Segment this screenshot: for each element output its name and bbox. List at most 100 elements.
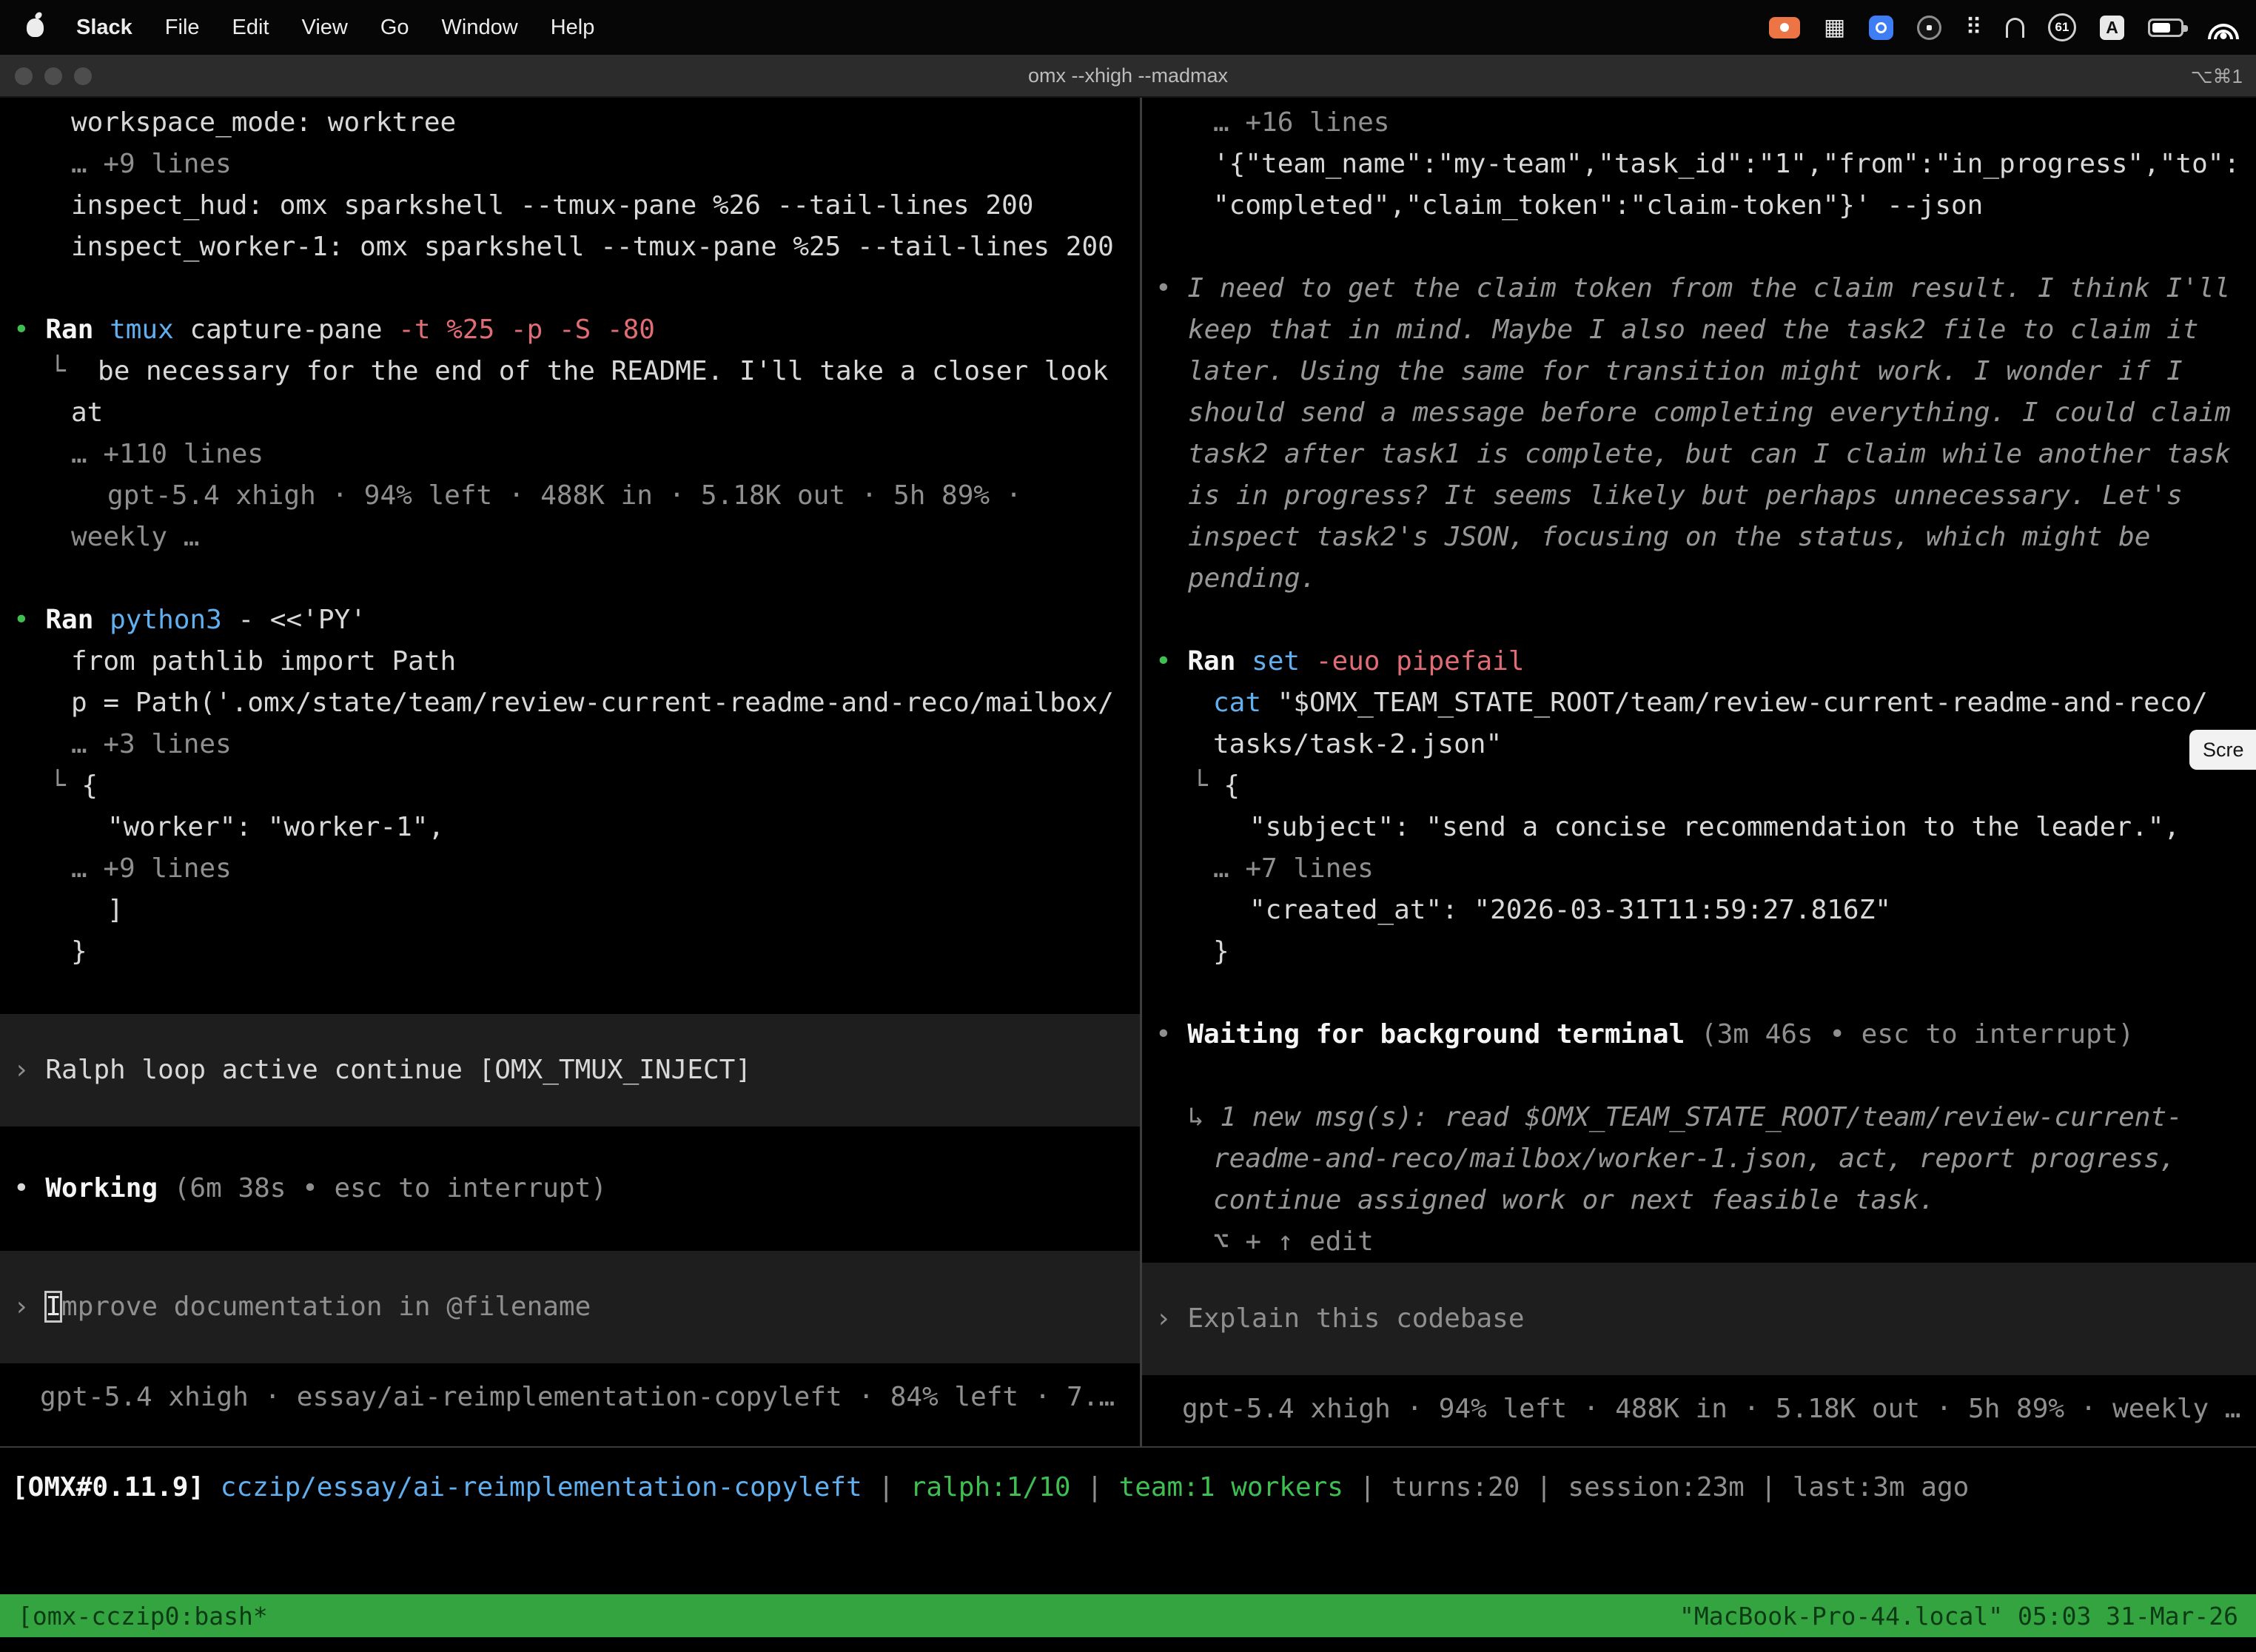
terminal-line	[1142, 1055, 2256, 1097]
terminal-line: continue assigned work or next feasible …	[1142, 1180, 2256, 1221]
apple-menu[interactable]	[27, 19, 44, 37]
terminal-line: }	[0, 931, 1140, 973]
terminal-line: gpt-5.4 xhigh · 94% left · 488K in · 5.1…	[0, 475, 1140, 517]
terminal-line: › Ralph loop active continue [OMX_TMUX_I…	[0, 1050, 1140, 1091]
menu-item-window[interactable]: Window	[442, 16, 518, 40]
menu-item-file[interactable]: File	[165, 16, 200, 40]
input-source-letter: A	[2106, 18, 2118, 38]
right-terminal-pane[interactable]: … +16 lines'{"team_name":"my-team","task…	[1142, 98, 2256, 1446]
terminal-line: should send a message before completing …	[1142, 392, 2256, 434]
terminal-line: }	[1142, 931, 2256, 973]
window-title: omx --xhigh --madmax	[0, 64, 2256, 87]
screen-capture-tooltip[interactable]: Scre	[2189, 730, 2256, 770]
screen-recording-indicator-icon[interactable]	[1769, 17, 1800, 38]
ghost-app-icon[interactable]	[2006, 18, 2024, 38]
tmux-session-window: [omx-cczip0:bash*	[18, 1602, 268, 1631]
prompt-input[interactable]: › Improve documentation in @filename	[0, 1251, 1140, 1363]
terminal-line: pending.	[1142, 558, 2256, 600]
tmux-status-bar: [omx-cczip0:bash* "MacBook-Pro-44.local"…	[0, 1594, 2256, 1637]
terminal-line: '{"team_name":"my-team","task_id":"1","f…	[1142, 144, 2256, 185]
terminal-line: › Improve documentation in @filename	[0, 1286, 1140, 1328]
minimize-button[interactable]	[44, 67, 62, 85]
terminal-line: › Explain this codebase	[1142, 1298, 2256, 1340]
terminal-line: tasks/task-2.json"	[1142, 724, 2256, 765]
terminal-line: keep that in mind. Maybe I also need the…	[1142, 309, 2256, 351]
terminal-line: "completed","claim_token":"claim-token"}…	[1142, 185, 2256, 226]
menu-item-help[interactable]: Help	[551, 16, 595, 40]
terminal-line	[1142, 226, 2256, 268]
macos-menu-bar: Slack File Edit View Go Window Help ▦ ⠿ 61 A	[0, 0, 2256, 55]
terminal-line: inspect_hud: omx sparkshell --tmux-pane …	[0, 185, 1140, 226]
terminal-line: task2 after task1 is complete, but can I…	[1142, 434, 2256, 475]
terminal-line: … +9 lines	[0, 848, 1140, 890]
terminal-line: "created_at": "2026-03-31T11:59:27.816Z"	[1142, 890, 2256, 931]
terminal-line: workspace_mode: worktree	[0, 102, 1140, 144]
terminal-line: "subject": "send a concise recommendatio…	[1142, 807, 2256, 848]
dots-grid-icon[interactable]: ⠿	[1965, 14, 1982, 41]
terminal-line: inspect_worker-1: omx sparkshell --tmux-…	[0, 226, 1140, 268]
reasoning-text: • I need to get the claim token from the…	[1142, 268, 2256, 309]
traffic-lights	[15, 55, 92, 98]
close-button[interactable]	[15, 67, 33, 85]
command-line: • Ran tmux capture-pane -t %25 -p -S -80	[0, 309, 1140, 351]
prompt-suggestion[interactable]: › Explain this codebase	[1142, 1263, 2256, 1375]
pane-footer-stats: gpt-5.4 xhigh · 94% left · 488K in · 5.1…	[1142, 1389, 2256, 1430]
terminal-line: is in progress? It seems likely but perh…	[1142, 475, 2256, 517]
terminal-line: └ be necessary for the end of the README…	[0, 351, 1140, 392]
terminal-line: … +9 lines	[0, 144, 1140, 185]
terminal-line: readme-and-reco/mailbox/worker-1.json, a…	[1142, 1138, 2256, 1180]
terminal-line: "worker": "worker-1",	[0, 807, 1140, 848]
terminal-line: at	[0, 392, 1140, 434]
terminal-line: └ {	[0, 765, 1140, 807]
terminal-line: weekly …	[0, 517, 1140, 558]
command-line: • Ran set -euo pipefail	[1142, 641, 2256, 682]
terminal-line	[0, 268, 1140, 309]
terminal-line: p = Path('.omx/state/team/review-current…	[0, 682, 1140, 724]
terminal-line	[0, 1126, 1140, 1168]
omx-hud-status-line: [OMX#0.11.9] cczip/essay/ai-reimplementa…	[12, 1467, 2256, 1508]
menu-item-view[interactable]: View	[302, 16, 348, 40]
window-shortcut-hint: ⌥⌘1	[2191, 55, 2243, 98]
terminal-line	[1142, 973, 2256, 1014]
zoom-button[interactable]	[74, 67, 92, 85]
calendar-grid-icon[interactable]: ▦	[1824, 14, 1845, 41]
battery-icon[interactable]	[2148, 19, 2183, 37]
pane-footer-stats: gpt-5.4 xhigh · essay/ai-reimplementatio…	[0, 1377, 1140, 1418]
terminal-line	[1142, 600, 2256, 641]
menu-item-go[interactable]: Go	[380, 16, 409, 40]
menu-bar-status-icons: ▦ ⠿ 61 A	[1769, 13, 2240, 41]
terminal-line: inspect task2's JSON, focusing on the st…	[1142, 517, 2256, 558]
mailbox-message: ↳ 1 new msg(s): read $OMX_TEAM_STATE_ROO…	[1142, 1097, 2256, 1138]
edit-hint: ⌥ + ↑ edit	[1142, 1221, 2256, 1263]
apple-logo-icon	[27, 19, 44, 37]
command-line: • Ran python3 - <<'PY'	[0, 600, 1140, 641]
omx-hud-status-area: [OMX#0.11.9] cczip/essay/ai-reimplementa…	[0, 1446, 2256, 1594]
inject-status-banner: › Ralph loop active continue [OMX_TMUX_I…	[0, 1014, 1140, 1126]
battery-percent-gauge-icon[interactable]: 61	[2048, 13, 2076, 41]
left-terminal-pane[interactable]: workspace_mode: worktree… +9 linesinspec…	[0, 98, 1140, 1446]
terminal-line: … +3 lines	[0, 724, 1140, 765]
terminal-line: … +7 lines	[1142, 848, 2256, 890]
menu-item-app-name[interactable]: Slack	[76, 16, 132, 40]
terminal-line: cat "$OMX_TEAM_STATE_ROOT/team/review-cu…	[1142, 682, 2256, 724]
dark-app-icon[interactable]	[1917, 16, 1941, 40]
terminal-area: workspace_mode: worktree… +9 linesinspec…	[0, 98, 2256, 1446]
battery-percent-value: 61	[2055, 20, 2069, 35]
wifi-icon[interactable]	[2207, 16, 2240, 39]
terminal-line: … +110 lines	[0, 434, 1140, 475]
terminal-line: … +16 lines	[1142, 102, 2256, 144]
waiting-status-line: • Waiting for background terminal (3m 46…	[1142, 1014, 2256, 1055]
input-source-icon[interactable]: A	[2100, 16, 2124, 40]
blue-app-icon[interactable]	[1869, 16, 1893, 40]
terminal-line	[0, 973, 1140, 1014]
window-title-bar[interactable]: omx --xhigh --madmax ⌥⌘1	[0, 55, 2256, 98]
working-status-line: • Working (6m 38s • esc to interrupt)	[0, 1168, 1140, 1209]
terminal-line: └ {	[1142, 765, 2256, 807]
terminal-line: later. Using the same for transition mig…	[1142, 351, 2256, 392]
terminal-line	[0, 1209, 1140, 1251]
menu-item-edit[interactable]: Edit	[232, 16, 269, 40]
terminal-line: from pathlib import Path	[0, 641, 1140, 682]
terminal-line	[0, 558, 1140, 600]
tmux-host-clock: "MacBook-Pro-44.local" 05:03 31-Mar-26	[1679, 1602, 2238, 1631]
terminal-line: ]	[0, 890, 1140, 931]
